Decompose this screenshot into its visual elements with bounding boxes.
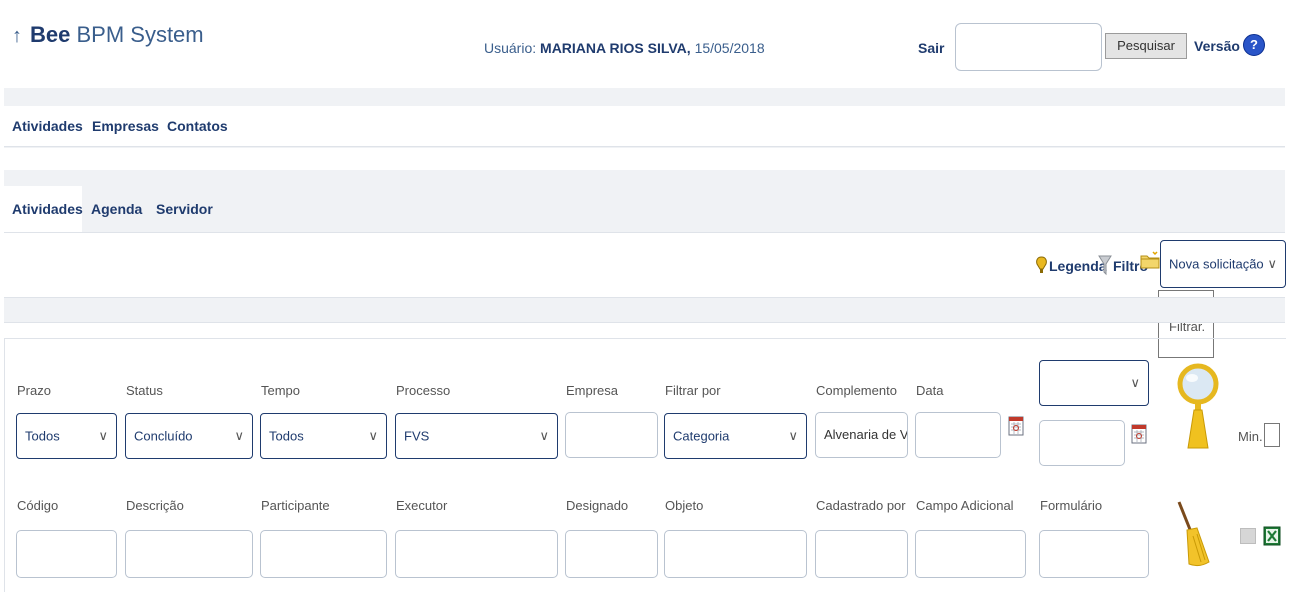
filter-funnel-icon xyxy=(1098,255,1112,276)
prazo-select[interactable]: Todos ∨ xyxy=(16,413,117,459)
bee-arrow-icon: ↑ xyxy=(12,25,22,47)
campo-adicional-input[interactable] xyxy=(915,530,1026,578)
brand-rest: BPM System xyxy=(76,22,204,47)
chevron-down-icon: ∨ xyxy=(368,428,378,443)
designado-input[interactable] xyxy=(565,530,658,578)
search-button[interactable]: Pesquisar xyxy=(1105,33,1187,59)
label-complemento: Complemento xyxy=(816,383,897,398)
cadastrado-por-input[interactable] xyxy=(815,530,908,578)
executor-input[interactable] xyxy=(395,530,558,578)
chevron-down-icon: ∨ xyxy=(1267,256,1277,271)
subtab-atividades[interactable]: Atividades xyxy=(12,201,83,217)
search-magnifier-icon[interactable] xyxy=(1172,362,1224,452)
label-executor: Executor xyxy=(396,498,448,513)
min-label: Min. xyxy=(1238,429,1263,444)
user-name: MARIANA RIOS SILVA, xyxy=(540,40,691,56)
label-descricao: Descrição xyxy=(126,498,184,513)
label-campo-adicional: Campo Adicional xyxy=(916,498,1014,513)
calendar-icon[interactable] xyxy=(1008,416,1024,436)
label-empresa: Empresa xyxy=(566,383,619,398)
min-checkbox[interactable] xyxy=(1264,423,1280,447)
tab-atividades[interactable]: Atividades xyxy=(12,118,83,134)
nova-solicitacao-value: Nova solicitação xyxy=(1169,256,1264,272)
chevron-down-icon: ∨ xyxy=(539,428,549,443)
status-value: Concluído xyxy=(134,428,193,444)
label-tempo: Tempo xyxy=(261,383,301,398)
formulario-input[interactable] xyxy=(1039,530,1149,578)
label-processo: Processo xyxy=(396,383,451,398)
descricao-input[interactable] xyxy=(125,530,253,578)
tempo-value: Todos xyxy=(269,428,304,444)
user-info: Usuário: MARIANA RIOS SILVA, 15/05/2018 xyxy=(484,40,765,56)
processo-value: FVS xyxy=(404,428,430,444)
subtab-servidor[interactable]: Servidor xyxy=(156,201,213,217)
chevron-down-icon: ∨ xyxy=(234,428,244,443)
label-filtrar-por: Filtrar por xyxy=(665,383,721,398)
status-select[interactable]: Concluído ∨ xyxy=(125,413,253,459)
label-formulario: Formulário xyxy=(1040,498,1103,513)
label-designado: Designado xyxy=(566,498,629,513)
legend-icon xyxy=(1036,256,1047,273)
disabled-action-icon[interactable] xyxy=(1240,528,1256,544)
data-input[interactable] xyxy=(915,412,1001,458)
codigo-input[interactable] xyxy=(16,530,117,578)
logout-link[interactable]: Sair xyxy=(918,40,944,56)
user-label: Usuário: xyxy=(484,40,537,56)
label-objeto: Objeto xyxy=(665,498,704,513)
objeto-input[interactable] xyxy=(664,530,807,578)
clear-broom-icon[interactable] xyxy=(1175,500,1211,568)
spacer-band xyxy=(4,297,1285,323)
prazo-value: Todos xyxy=(25,428,60,444)
data2-input[interactable] xyxy=(1039,420,1125,466)
chevron-down-icon: ∨ xyxy=(98,428,108,443)
version-link[interactable]: Versão xyxy=(1194,38,1240,54)
participante-input[interactable] xyxy=(260,530,387,578)
processo-select[interactable]: FVS ∨ xyxy=(395,413,558,459)
label-status: Status xyxy=(126,383,163,398)
filtrar-por-select[interactable]: Categoria ∨ xyxy=(664,413,807,459)
data-type-select[interactable]: ∨ xyxy=(1039,360,1149,406)
label-prazo: Prazo xyxy=(17,383,51,398)
app-brand: ↑ Bee BPM System xyxy=(12,22,204,48)
current-date: 15/05/2018 xyxy=(694,40,765,56)
calendar-icon[interactable] xyxy=(1131,424,1147,444)
brand-bold: Bee xyxy=(30,22,71,47)
folder-icon[interactable] xyxy=(1140,250,1160,270)
label-data: Data xyxy=(916,383,944,398)
excel-export-icon[interactable] xyxy=(1263,526,1281,546)
chevron-down-icon: ∨ xyxy=(1130,375,1140,390)
label-participante: Participante xyxy=(261,498,330,513)
filtrar-por-value: Categoria xyxy=(673,428,730,444)
label-codigo: Código xyxy=(17,498,59,513)
search-input[interactable] xyxy=(955,23,1102,71)
tab-contatos[interactable]: Contatos xyxy=(167,118,228,134)
help-icon[interactable]: ? xyxy=(1243,34,1265,56)
nova-solicitacao-select[interactable]: Nova solicitação ∨ xyxy=(1160,240,1286,288)
subtab-agenda[interactable]: Agenda xyxy=(91,201,142,217)
empresa-input[interactable] xyxy=(565,412,658,458)
complemento-value: Alvenaria de V xyxy=(824,427,908,442)
label-cadastrado-por: Cadastrado por xyxy=(816,498,906,513)
chevron-down-icon: ∨ xyxy=(788,428,798,443)
tab-empresas[interactable]: Empresas xyxy=(92,118,159,134)
tempo-select[interactable]: Todos ∨ xyxy=(260,413,387,459)
complemento-input[interactable]: Alvenaria de V xyxy=(815,412,908,458)
